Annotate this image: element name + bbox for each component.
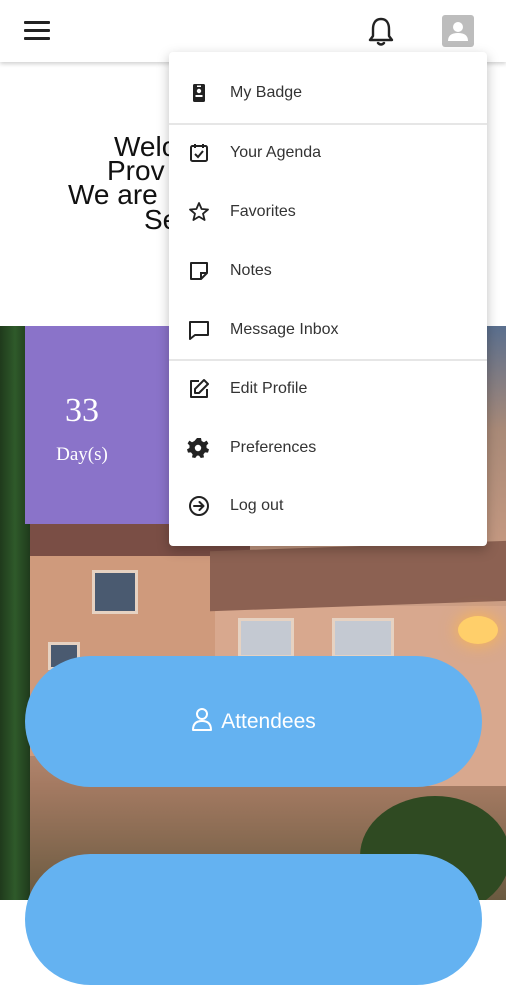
- menu-item-label: Favorites: [230, 203, 296, 220]
- menu-item-notes[interactable]: Notes: [169, 243, 487, 299]
- message-icon: [187, 318, 211, 342]
- attendees-button[interactable]: Attendees: [25, 656, 482, 787]
- menu-item-log-out[interactable]: Log out: [169, 478, 487, 534]
- countdown-card: 33 Day(s): [25, 326, 177, 524]
- menu-item-label: Log out: [230, 497, 284, 514]
- note-icon: [187, 259, 211, 283]
- person-icon: [191, 707, 213, 737]
- bell-icon[interactable]: [366, 16, 396, 48]
- menu-item-label: My Badge: [230, 84, 303, 101]
- menu-item-message-inbox[interactable]: Message Inbox: [169, 302, 487, 358]
- menu-item-your-agenda[interactable]: Your Agenda: [169, 125, 487, 181]
- account-avatar-icon[interactable]: [442, 15, 474, 47]
- menu-item-label: Your Agenda: [230, 144, 322, 161]
- edit-icon: [187, 377, 211, 401]
- menu-item-edit-profile[interactable]: Edit Profile: [169, 361, 487, 417]
- calendar-check-icon: [187, 141, 211, 165]
- countdown-days-unit: Day(s): [56, 444, 108, 465]
- star-icon: [187, 200, 211, 224]
- account-dropdown-menu: My Badge Your Agenda Favorites Notes Mes…: [169, 52, 487, 546]
- menu-item-label: Message Inbox: [230, 321, 339, 338]
- logout-icon: [187, 494, 211, 518]
- menu-item-my-badge[interactable]: My Badge: [169, 65, 487, 121]
- badge-icon: [187, 81, 211, 105]
- menu-item-label: Preferences: [230, 439, 317, 456]
- hamburger-menu-icon[interactable]: [24, 18, 52, 44]
- menu-item-label: Edit Profile: [230, 380, 308, 397]
- countdown-days-value: 33: [65, 392, 99, 429]
- menu-item-label: Notes: [230, 262, 272, 279]
- menu-item-favorites[interactable]: Favorites: [169, 184, 487, 240]
- menu-item-preferences[interactable]: Preferences: [169, 420, 487, 476]
- secondary-action-button[interactable]: [25, 854, 482, 985]
- attendees-label: Attendees: [221, 709, 316, 733]
- gear-icon: [187, 436, 211, 460]
